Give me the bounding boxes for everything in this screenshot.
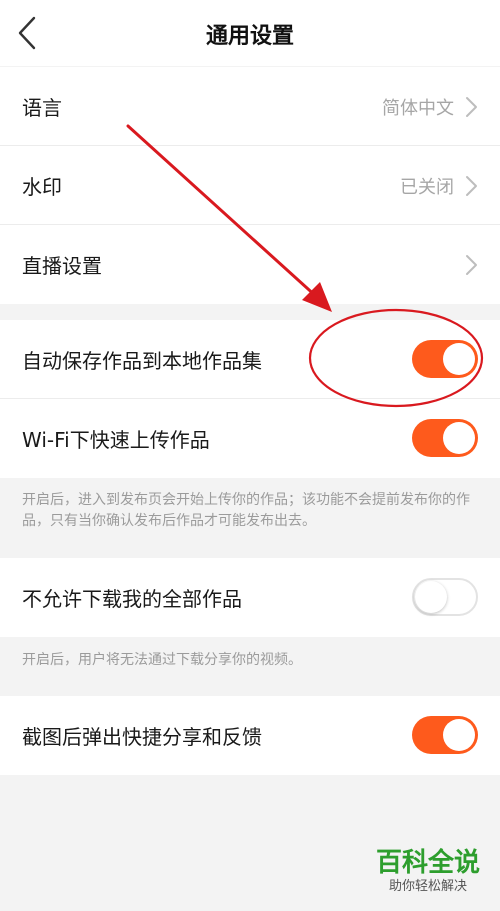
wifi-upload-label: Wi-Fi下快速上传作品 bbox=[22, 428, 210, 452]
chevron-right-icon bbox=[466, 176, 477, 196]
watermark-value: 已关闭 bbox=[400, 177, 454, 198]
auto-save-label: 自动保存作品到本地作品集 bbox=[22, 349, 262, 373]
disallow-download-row: 不允许下载我的全部作品 bbox=[0, 558, 500, 637]
toggle-knob bbox=[415, 581, 447, 613]
general-settings-section: 语言 简体中文 水印 已关闭 直播设置 bbox=[0, 67, 500, 304]
download-settings-section: 不允许下载我的全部作品 bbox=[0, 558, 500, 637]
page-title: 通用设置 bbox=[205, 24, 294, 49]
toggle-knob bbox=[443, 422, 475, 454]
live-settings-label: 直播设置 bbox=[22, 254, 102, 278]
chevron-right-icon bbox=[466, 97, 477, 117]
screenshot-settings-section: 截图后弹出快捷分享和反馈 bbox=[0, 696, 500, 775]
upload-note: 开启后，进入到发布页会开始上传你的作品；该功能不会提前发布你的作品，只有当你确认… bbox=[22, 492, 470, 529]
screenshot-share-row: 截图后弹出快捷分享和反馈 bbox=[0, 696, 500, 775]
screenshot-share-label: 截图后弹出快捷分享和反馈 bbox=[22, 725, 262, 749]
auto-save-toggle[interactable] bbox=[412, 340, 478, 378]
chevron-right-icon bbox=[466, 255, 477, 275]
nav-header: 通用设置 bbox=[0, 0, 500, 66]
language-label: 语言 bbox=[22, 96, 62, 120]
download-note: 开启后，用户将无法通过下载分享你的视频。 bbox=[22, 652, 302, 668]
wifi-upload-toggle[interactable] bbox=[412, 419, 478, 457]
watermark-row[interactable]: 水印 已关闭 bbox=[0, 146, 500, 225]
live-settings-row[interactable]: 直播设置 bbox=[0, 225, 500, 304]
toggle-knob bbox=[443, 719, 475, 751]
screenshot-share-toggle[interactable] bbox=[412, 716, 478, 754]
auto-save-row: 自动保存作品到本地作品集 bbox=[0, 320, 500, 399]
upload-settings-section: 自动保存作品到本地作品集 Wi-Fi下快速上传作品 bbox=[0, 320, 500, 478]
watermark-label: 水印 bbox=[22, 175, 62, 199]
disallow-download-label: 不允许下载我的全部作品 bbox=[22, 587, 242, 611]
watermark-sub: 助你轻松解决 bbox=[388, 879, 467, 894]
watermark-logo: 百科全说 助你轻松解决 bbox=[368, 848, 488, 904]
disallow-download-toggle[interactable] bbox=[412, 578, 478, 616]
language-row[interactable]: 语言 简体中文 bbox=[0, 67, 500, 146]
language-value: 简体中文 bbox=[382, 98, 454, 119]
toggle-knob bbox=[443, 343, 475, 375]
watermark-main: 百科全说 bbox=[375, 848, 480, 878]
wifi-upload-row: Wi-Fi下快速上传作品 bbox=[0, 399, 500, 478]
